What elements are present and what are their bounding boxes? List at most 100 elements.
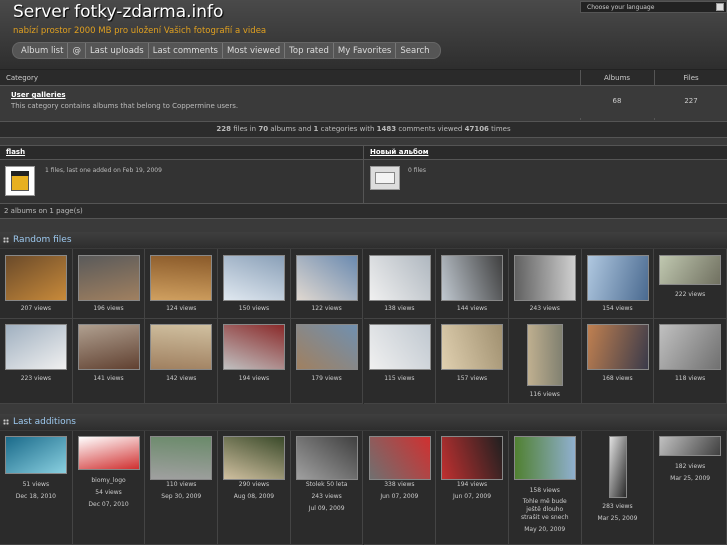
thumbnail-image[interactable]	[223, 324, 286, 370]
thumbnail-cell[interactable]: 115 views	[363, 319, 437, 404]
albums-pages: 2 albums on 1 page(s)	[4, 207, 83, 215]
view-count: 243 views	[529, 305, 560, 312]
thumbnail-cell[interactable]: 116 views	[508, 319, 582, 404]
thumbnail-cell[interactable]: 222 views	[654, 249, 727, 319]
nav-top-rated[interactable]: Top rated	[285, 43, 334, 58]
random-files-grid: 207 views 196 views 124 views 150 views 122 …	[0, 249, 727, 404]
nav-last-uploads[interactable]: Last uploads	[86, 43, 149, 58]
view-count: 168 views	[602, 375, 633, 382]
thumbnail-image[interactable]	[150, 324, 213, 370]
file-title: Stolek 50 leta	[305, 481, 348, 488]
upload-date: Mar 25, 2009	[597, 515, 638, 522]
nav-search[interactable]: Search	[396, 43, 439, 58]
thumbnail-cell[interactable]: Stolek 50 leta 243 views Jul 09, 2009	[290, 431, 364, 545]
thumbnail-cell[interactable]: 150 views	[218, 249, 291, 319]
thumbnail-cell[interactable]: 290 views Aug 08, 2009	[218, 431, 291, 545]
thumbnail-cell[interactable]: biomy_logo 54 views Dec 07, 2010	[72, 431, 146, 545]
thumbnail-image[interactable]	[150, 255, 213, 301]
thumbnail-cell[interactable]: 338 views Jun 07, 2009	[363, 431, 437, 545]
thumbnail-image[interactable]	[659, 324, 722, 370]
thumbnail-cell[interactable]: 138 views	[363, 249, 437, 319]
thumbnail-image[interactable]	[5, 255, 67, 301]
dropdown-icon[interactable]	[716, 3, 724, 11]
thumbnail-image[interactable]	[295, 324, 358, 370]
random-files-header: Random files	[0, 232, 727, 248]
upload-date: Sep 30, 2009	[161, 493, 202, 500]
thumbnail-image[interactable]	[513, 255, 576, 301]
thumbnail-cell[interactable]: 182 views Mar 25, 2009	[654, 431, 727, 545]
thumbnail-image[interactable]	[295, 436, 358, 480]
thumbnail-image[interactable]	[77, 255, 140, 301]
upload-date: Mar 25, 2009	[670, 475, 711, 482]
thumbnail-cell[interactable]: 122 views	[290, 249, 364, 319]
thumbnail-image[interactable]	[586, 324, 649, 370]
thumbnail-cell[interactable]: 223 views	[0, 319, 73, 404]
thumbnail-image[interactable]	[441, 324, 504, 370]
thumbnail-cell[interactable]: 124 views	[145, 249, 219, 319]
view-count: 150 views	[238, 305, 270, 312]
view-count: 115 views	[384, 375, 415, 382]
thumbnail-image[interactable]	[513, 436, 576, 480]
thumbnail-cell[interactable]: 207 views	[0, 249, 73, 319]
thumbnail-image[interactable]	[586, 255, 649, 301]
thumbnail-cell[interactable]: 179 views	[290, 319, 364, 404]
stat-text: times	[488, 125, 511, 133]
nav-last-comments[interactable]: Last comments	[149, 43, 223, 58]
thumbnail-cell[interactable]: 144 views	[436, 249, 509, 319]
view-count: 144 views	[456, 305, 488, 312]
thumbnail-cell[interactable]: 51 views Dec 18, 2010	[0, 431, 73, 545]
stat-comments: 1483	[376, 125, 397, 133]
thumbnail-cell[interactable]: 118 views	[654, 319, 727, 404]
category-link-user-galleries[interactable]: User galleries	[11, 91, 66, 99]
thumbnail-cell[interactable]: 141 views	[72, 319, 146, 404]
category-row: User galleries This category contains al…	[0, 86, 727, 118]
thumbnail-cell[interactable]: 196 views	[72, 249, 146, 319]
thumbnail-image[interactable]	[77, 436, 140, 470]
nav-my-favorites[interactable]: My Favorites	[334, 43, 397, 58]
thumbnail-cell[interactable]: 194 views	[218, 319, 291, 404]
thumbnail-image[interactable]	[295, 255, 358, 301]
album-thumb-flash[interactable]	[5, 166, 35, 196]
thumbnail-image[interactable]	[5, 324, 67, 370]
thumbnail-image[interactable]	[368, 324, 431, 370]
thumbnail-cell[interactable]: 142 views	[145, 319, 219, 404]
view-count: 338 views	[384, 481, 415, 488]
thumbnail-cell[interactable]: 154 views	[581, 249, 655, 319]
thumbnail-image[interactable]	[223, 436, 286, 480]
thumbnail-image[interactable]	[223, 255, 286, 301]
stat-text: files in	[230, 125, 259, 133]
thumbnail-cell[interactable]: 194 views Jun 07, 2009	[436, 431, 509, 545]
thumbnail-cell[interactable]: 158 views Tohle mě bude ještě dlouho stra…	[508, 431, 582, 545]
nav-album-list[interactable]: Album list	[13, 43, 69, 58]
thumbnail-image[interactable]	[77, 324, 140, 370]
language-selector[interactable]: Choose your language	[580, 1, 727, 13]
album-link-new[interactable]: Новый альбом	[370, 148, 428, 156]
thumbnail-image[interactable]	[368, 255, 431, 301]
stat-views: 47106	[464, 125, 489, 133]
view-count: 194 views	[456, 481, 488, 488]
view-count: 222 views	[674, 291, 706, 298]
last-additions-title: Last additions	[13, 417, 76, 427]
album-thumb-new[interactable]	[370, 166, 400, 190]
album-link-flash[interactable]: flash	[6, 148, 25, 156]
thumbnail-image[interactable]	[608, 436, 627, 498]
thumbnail-cell[interactable]: 168 views	[581, 319, 655, 404]
thumbnail-image[interactable]	[441, 255, 504, 301]
thumbnail-image[interactable]	[441, 436, 504, 480]
thumbnail-image[interactable]	[659, 436, 722, 456]
thumbnail-cell[interactable]: 110 views Sep 30, 2009	[145, 431, 219, 545]
thumbnail-image[interactable]	[5, 436, 67, 474]
thumbnail-image[interactable]	[368, 436, 431, 480]
thumbnail-image[interactable]	[659, 255, 722, 285]
stat-albums: 70	[258, 125, 269, 133]
thumbnail-image[interactable]	[526, 324, 563, 386]
stat-text: comments viewed	[396, 125, 465, 133]
thumbnail-cell[interactable]: 157 views	[436, 319, 509, 404]
nav-contact[interactable]: @	[68, 43, 86, 58]
album-info-new: 0 files	[408, 167, 426, 174]
view-count: 194 views	[238, 375, 270, 382]
thumbnail-image[interactable]	[150, 436, 213, 480]
thumbnail-cell[interactable]: 243 views	[508, 249, 582, 319]
thumbnail-cell[interactable]: 283 views Mar 25, 2009	[581, 431, 655, 545]
nav-most-viewed[interactable]: Most viewed	[223, 43, 286, 58]
